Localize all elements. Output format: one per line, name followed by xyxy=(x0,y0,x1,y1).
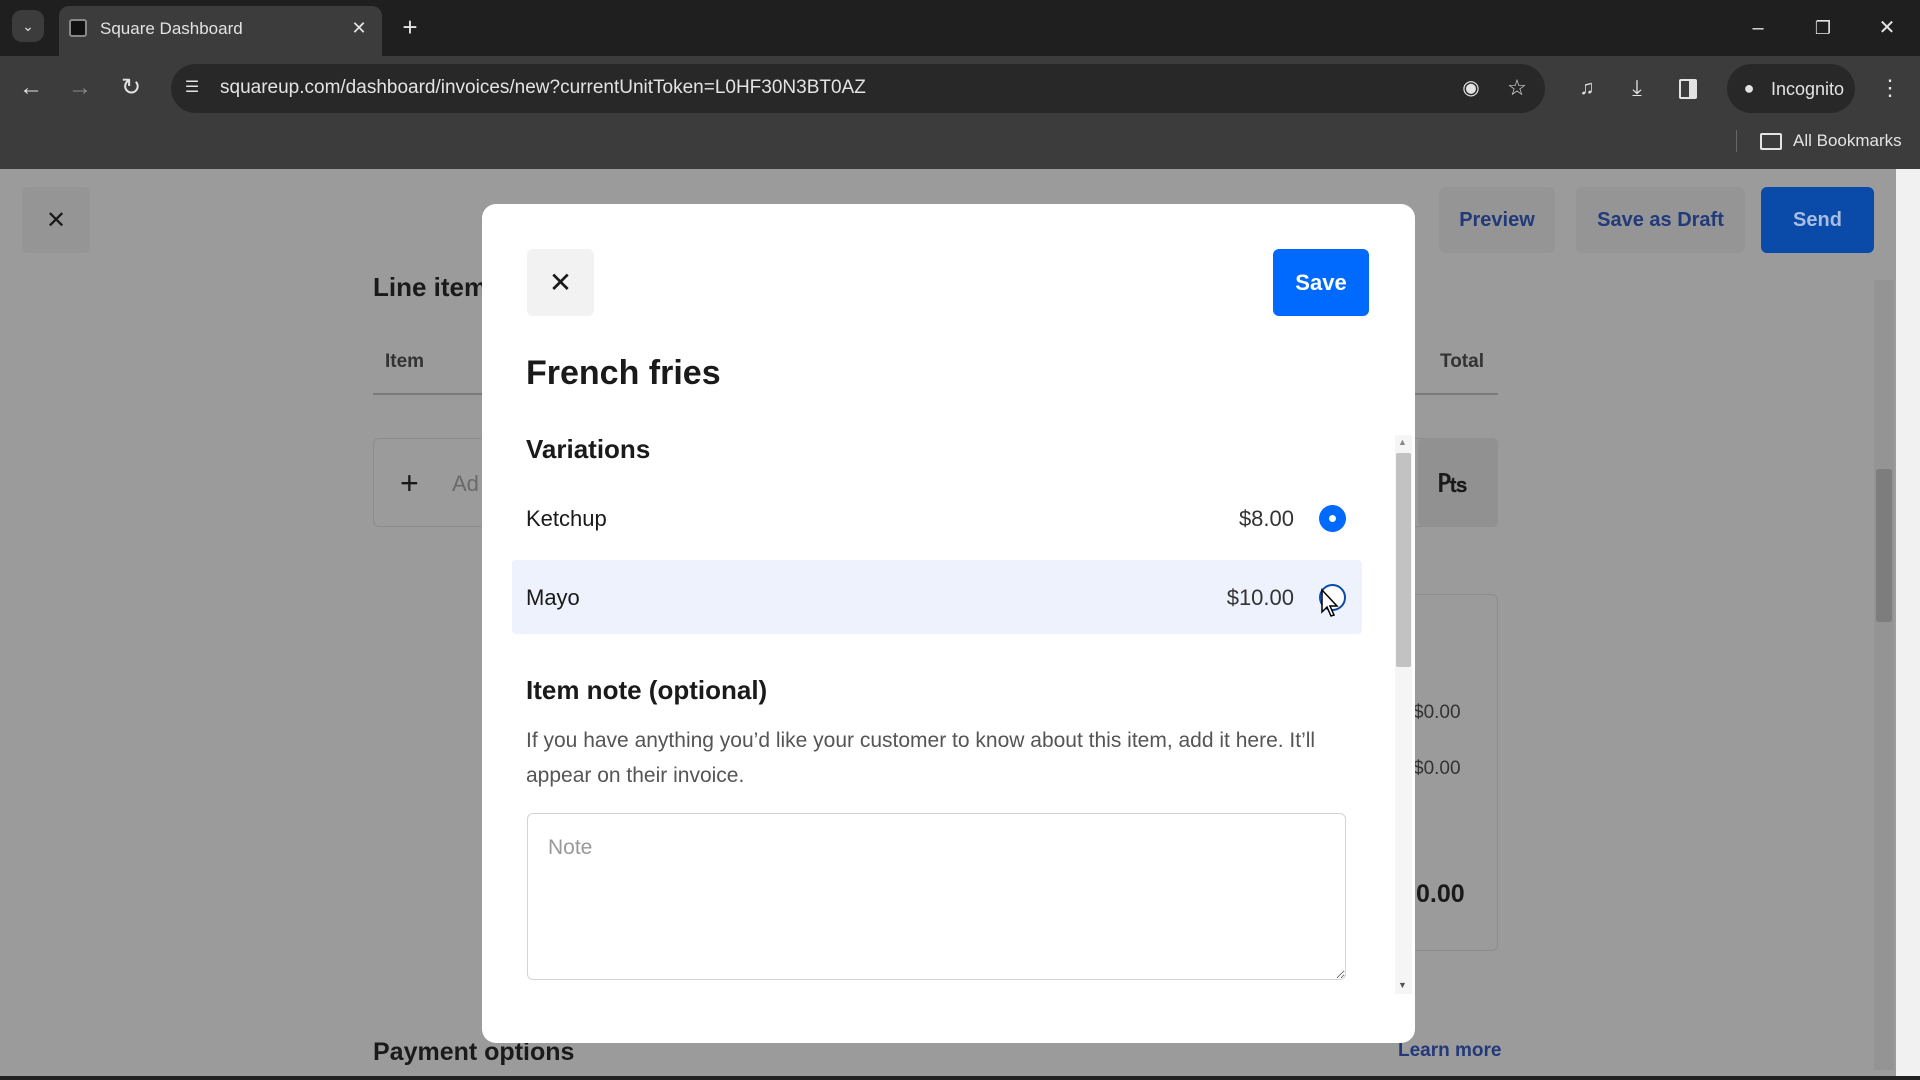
new-tab-icon[interactable]: + xyxy=(398,14,422,40)
page-scrollbar-thumb[interactable] xyxy=(1876,469,1892,622)
variation-price: $10.00 xyxy=(1226,585,1294,610)
item-note-textarea[interactable] xyxy=(527,813,1346,980)
send-button[interactable]: Send xyxy=(1761,187,1874,253)
mouse-cursor-icon xyxy=(1321,588,1339,617)
site-info-icon[interactable]: ☰ xyxy=(180,76,204,100)
add-item-placeholder: Ad xyxy=(452,471,479,496)
tab-close-icon[interactable]: ✕ xyxy=(348,17,370,39)
browser-menu-icon[interactable]: ⋮ xyxy=(1878,76,1902,100)
incognito-label: Incognito xyxy=(1771,79,1845,99)
summary-total: 0.00 xyxy=(1416,880,1465,908)
variation-name: Ketchup xyxy=(526,506,607,531)
folder-icon xyxy=(1760,133,1782,150)
tab-search-chevron-icon[interactable]: ⌄ xyxy=(12,10,44,42)
summary-tax: $0.00 xyxy=(1413,758,1461,779)
variation-price: $8.00 xyxy=(1238,506,1294,531)
browser-scrollbar[interactable] xyxy=(1896,169,1920,1080)
close-invoice-button[interactable]: ✕ xyxy=(22,187,90,253)
variation-radio-selected[interactable] xyxy=(1319,505,1346,532)
column-item: Item xyxy=(385,351,425,372)
back-icon[interactable]: ← xyxy=(19,76,43,100)
preview-button[interactable]: Preview xyxy=(1439,187,1555,253)
scroll-down-icon[interactable]: ▼ xyxy=(1398,980,1407,990)
modal-save-button[interactable]: Save xyxy=(1273,249,1369,316)
page-scrollbar[interactable] xyxy=(1874,280,1894,1070)
incognito-icon: ● xyxy=(1743,78,1755,98)
column-total: Total xyxy=(1440,351,1484,372)
save-as-draft-button[interactable]: Save as Draft xyxy=(1576,187,1745,253)
window-close-icon[interactable]: ✕ xyxy=(1875,16,1899,40)
tab-title: Square Dashboard xyxy=(100,19,243,38)
bookmark-star-icon[interactable]: ☆ xyxy=(1505,76,1529,100)
modal-scrollbar-thumb[interactable] xyxy=(1396,453,1411,667)
item-note-description: If you have anything you’d like your cus… xyxy=(526,729,1316,787)
item-note-heading: Item note (optional) xyxy=(526,675,768,705)
forward-icon[interactable]: → xyxy=(68,76,92,100)
close-icon: ✕ xyxy=(548,267,573,298)
square-favicon-icon xyxy=(69,19,87,37)
scroll-up-icon[interactable]: ▲ xyxy=(1398,437,1407,447)
paint-roller-icon[interactable]: ₧ xyxy=(1437,467,1468,499)
eye-off-icon[interactable]: ◉ xyxy=(1459,76,1483,100)
variation-name: Mayo xyxy=(526,585,580,610)
learn-more-link[interactable]: Learn more xyxy=(1398,1040,1501,1062)
download-icon[interactable]: ⤓ xyxy=(1625,76,1649,100)
side-panel-icon[interactable] xyxy=(1679,79,1697,99)
add-icon: + xyxy=(400,465,419,501)
modal-title: French fries xyxy=(526,354,721,392)
reload-icon[interactable]: ↻ xyxy=(119,76,143,100)
modal-close-button[interactable]: ✕ xyxy=(527,249,594,316)
bookmarks-divider xyxy=(1736,130,1737,152)
line-items-heading: Line item xyxy=(373,272,488,302)
restore-icon[interactable]: ❐ xyxy=(1811,16,1835,40)
variation-row-ketchup[interactable] xyxy=(512,505,1362,535)
variations-heading: Variations xyxy=(526,434,651,464)
minimize-icon[interactable]: – xyxy=(1746,16,1770,40)
url-text[interactable]: squareup.com/dashboard/invoices/new?curr… xyxy=(220,77,866,99)
media-controls-icon[interactable]: ♫ xyxy=(1575,76,1599,100)
summary-subtotal: $0.00 xyxy=(1413,702,1461,723)
all-bookmarks[interactable]: All Bookmarks xyxy=(1793,131,1902,151)
bottom-edge xyxy=(0,1076,1920,1080)
